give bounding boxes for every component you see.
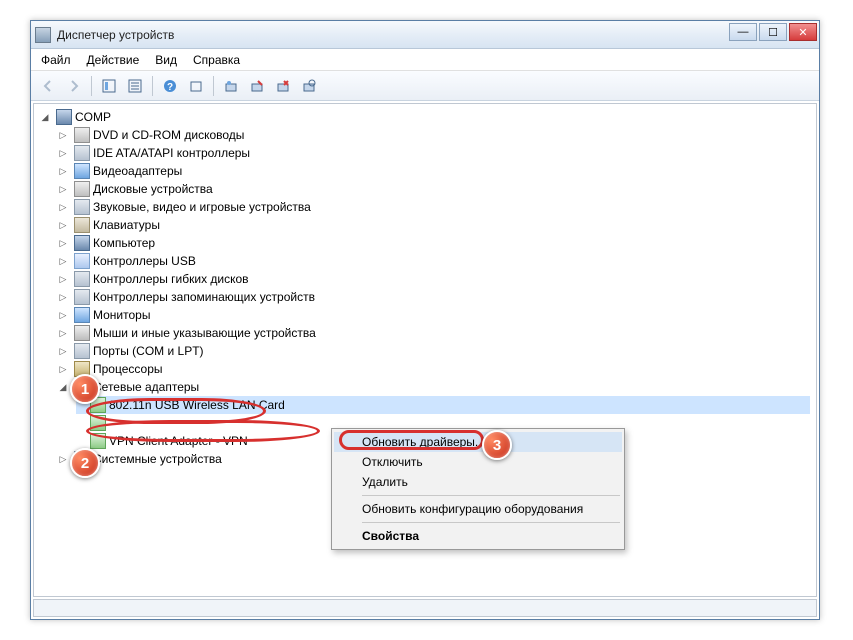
svg-text:?: ? bbox=[167, 82, 173, 93]
tree-item[interactable]: Порты (COM и LPT) bbox=[58, 342, 810, 360]
disable-button[interactable] bbox=[246, 75, 268, 97]
update-drivers-button[interactable] bbox=[220, 75, 242, 97]
ctx-disable[interactable]: Отключить bbox=[334, 452, 622, 472]
computer-node-icon bbox=[74, 235, 90, 251]
tree-item[interactable]: Контроллеры USB bbox=[58, 252, 810, 270]
menubar: Файл Действие Вид Справка bbox=[31, 49, 819, 71]
help-button[interactable]: ? bbox=[159, 75, 181, 97]
toolbar: ? bbox=[31, 71, 819, 101]
scan-hardware-button[interactable] bbox=[298, 75, 320, 97]
annotation-badge-2: 2 bbox=[70, 448, 100, 478]
menu-help[interactable]: Справка bbox=[193, 53, 240, 67]
tree-item[interactable]: Процессоры bbox=[58, 360, 810, 378]
tree-item[interactable]: Видеоадаптеры bbox=[58, 162, 810, 180]
expander-icon[interactable] bbox=[58, 274, 68, 284]
expander-icon[interactable] bbox=[58, 184, 68, 194]
tree-root[interactable]: COMP bbox=[40, 108, 810, 126]
root-label: COMP bbox=[75, 110, 111, 124]
tree-item[interactable]: Компьютер bbox=[58, 234, 810, 252]
disk-icon bbox=[74, 181, 90, 197]
uninstall-button[interactable] bbox=[272, 75, 294, 97]
close-button[interactable]: ✕ bbox=[789, 23, 817, 41]
expander-icon[interactable] bbox=[58, 166, 68, 176]
ports-icon bbox=[74, 343, 90, 359]
expander-icon[interactable] bbox=[58, 382, 68, 392]
keyboard-icon bbox=[74, 217, 90, 233]
tree-item[interactable]: Контроллеры запоминающих устройств bbox=[58, 288, 810, 306]
tree-item[interactable]: IDE ATA/ATAPI контроллеры bbox=[58, 144, 810, 162]
device-tree-panel[interactable]: COMP DVD и CD-ROM дисководы IDE ATA/ATAP… bbox=[33, 103, 817, 597]
back-button[interactable] bbox=[37, 75, 59, 97]
expander-icon[interactable] bbox=[40, 112, 50, 122]
tree-item[interactable]: Дисковые устройства bbox=[58, 180, 810, 198]
menu-action[interactable]: Действие bbox=[87, 53, 140, 67]
adapter-icon bbox=[90, 415, 106, 431]
expander-icon[interactable] bbox=[58, 130, 68, 140]
tree-item[interactable]: Клавиатуры bbox=[58, 216, 810, 234]
properties-button[interactable] bbox=[124, 75, 146, 97]
display-icon bbox=[74, 163, 90, 179]
window-title: Диспетчер устройств bbox=[57, 28, 174, 42]
tree-item[interactable]: Контроллеры гибких дисков bbox=[58, 270, 810, 288]
expander-icon[interactable] bbox=[58, 148, 68, 158]
expander-icon[interactable] bbox=[58, 202, 68, 212]
tree-item-wireless-lan[interactable]: 802.11n USB Wireless LAN Card bbox=[76, 396, 810, 414]
annotation-badge-3: 3 bbox=[482, 430, 512, 460]
device-manager-window: Диспетчер устройств — ☐ ✕ Файл Действие … bbox=[30, 20, 820, 620]
tree-item[interactable]: Мониторы bbox=[58, 306, 810, 324]
dvd-icon bbox=[74, 127, 90, 143]
expander-icon[interactable] bbox=[58, 256, 68, 266]
statusbar bbox=[33, 599, 817, 617]
ctx-uninstall[interactable]: Удалить bbox=[334, 472, 622, 492]
mouse-icon bbox=[74, 325, 90, 341]
annotation-badge-1: 1 bbox=[70, 374, 100, 404]
device-tree[interactable]: COMP DVD и CD-ROM дисководы IDE ATA/ATAP… bbox=[40, 108, 810, 468]
computer-icon bbox=[56, 109, 72, 125]
ctx-separator bbox=[362, 522, 620, 523]
sound-icon bbox=[74, 199, 90, 215]
tree-item[interactable]: Мыши и иные указывающие устройства bbox=[58, 324, 810, 342]
storage-ctrl-icon bbox=[74, 289, 90, 305]
menu-view[interactable]: Вид bbox=[155, 53, 177, 67]
expander-icon[interactable] bbox=[58, 292, 68, 302]
expander-icon[interactable] bbox=[58, 346, 68, 356]
expander-icon[interactable] bbox=[58, 238, 68, 248]
expander-icon[interactable] bbox=[58, 220, 68, 230]
forward-button[interactable] bbox=[63, 75, 85, 97]
expander-icon[interactable] bbox=[58, 364, 68, 374]
ctx-scan-hardware[interactable]: Обновить конфигурацию оборудования bbox=[334, 499, 622, 519]
ctx-properties[interactable]: Свойства bbox=[334, 526, 622, 546]
monitor-icon bbox=[74, 307, 90, 323]
tree-item[interactable]: Звуковые, видео и игровые устройства bbox=[58, 198, 810, 216]
expander-icon[interactable] bbox=[58, 310, 68, 320]
adapter-icon bbox=[90, 433, 106, 449]
expander-icon[interactable] bbox=[58, 328, 68, 338]
context-menu: Обновить драйверы... Отключить Удалить О… bbox=[331, 428, 625, 550]
show-hide-console-tree-button[interactable] bbox=[98, 75, 120, 97]
ide-icon bbox=[74, 145, 90, 161]
floppy-icon bbox=[74, 271, 90, 287]
tree-item-network-adapters[interactable]: Сетевые адаптеры bbox=[58, 378, 810, 396]
app-icon bbox=[35, 27, 51, 43]
tree-item[interactable]: DVD и CD-ROM дисководы bbox=[58, 126, 810, 144]
action-button[interactable] bbox=[185, 75, 207, 97]
ctx-separator bbox=[362, 495, 620, 496]
titlebar: Диспетчер устройств — ☐ ✕ bbox=[31, 21, 819, 49]
usb-icon bbox=[74, 253, 90, 269]
minimize-button[interactable]: — bbox=[729, 23, 757, 41]
ctx-update-drivers[interactable]: Обновить драйверы... bbox=[334, 432, 622, 452]
menu-file[interactable]: Файл bbox=[41, 53, 71, 67]
maximize-button[interactable]: ☐ bbox=[759, 23, 787, 41]
expander-icon[interactable] bbox=[58, 454, 68, 464]
